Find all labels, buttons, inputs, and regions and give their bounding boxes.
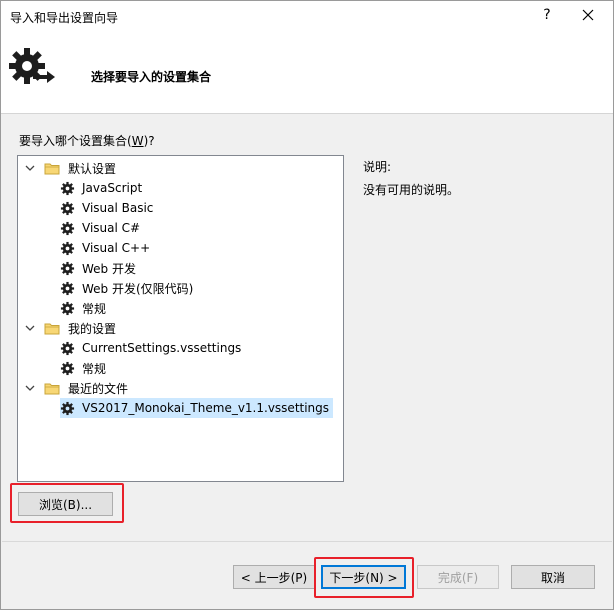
footer-separator — [2, 541, 612, 542]
tree-item-label: 常规 — [82, 361, 107, 376]
gear-icon — [60, 261, 75, 275]
next-button[interactable]: 下一步(N) > — [321, 565, 406, 589]
gear-icon — [60, 361, 75, 375]
gear-icon — [60, 201, 75, 215]
tree-item-label: VS2017_Monokai_Theme_v1.1.vssettings — [82, 401, 330, 415]
question-mnemonic: W — [131, 134, 144, 148]
tree-group-recent-files[interactable]: 最近的文件 — [24, 378, 130, 398]
cancel-button[interactable]: 取消 — [511, 565, 595, 589]
tree-item-general-mine[interactable]: 常规 — [60, 358, 108, 378]
wizard-header: 选择要导入的设置集合 — [1, 34, 613, 114]
settings-question-label: 要导入哪个设置集合(W)? — [19, 132, 155, 149]
gear-icon — [60, 241, 75, 255]
folder-icon — [44, 383, 60, 395]
gear-icon — [60, 181, 75, 195]
tree-item-label: Web 开发(仅限代码) — [82, 281, 194, 296]
window-title: 导入和导出设置向导 — [10, 11, 119, 25]
tree-item-visual-csharp[interactable]: Visual C# — [60, 218, 142, 238]
description-label: 说明: — [363, 160, 392, 174]
chevron-down-icon[interactable] — [24, 162, 36, 174]
close-icon[interactable] — [581, 8, 595, 22]
description-text: 没有可用的说明。 — [363, 183, 460, 197]
tree-item-visual-cpp[interactable]: Visual C++ — [60, 238, 152, 258]
tree-item-current-settings[interactable]: CurrentSettings.vssettings — [60, 338, 243, 358]
tree-item-label: 常规 — [82, 301, 107, 316]
chevron-down-icon[interactable] — [24, 322, 36, 334]
question-prefix: 要导入哪个设置集合( — [19, 134, 132, 148]
tree-item-javascript[interactable]: JavaScript — [60, 178, 144, 198]
tree-item-label: Visual C++ — [82, 241, 151, 255]
question-suffix: )? — [143, 134, 155, 148]
tree-item-general[interactable]: 常规 — [60, 298, 108, 318]
tree-group-my-settings[interactable]: 我的设置 — [24, 318, 118, 338]
chevron-down-icon[interactable] — [24, 382, 36, 394]
gear-icon — [60, 221, 75, 235]
folder-icon — [44, 323, 60, 335]
tree-item-label: Web 开发 — [82, 261, 136, 276]
tree-item-label: Visual Basic — [82, 201, 154, 215]
gear-import-icon — [9, 48, 55, 84]
tree-item-web-dev[interactable]: Web 开发 — [60, 258, 138, 278]
gear-icon — [60, 301, 75, 315]
wizard-window: 导入和导出设置向导 ? 选择要导入的设置集合 要导入哪个设置集合(W)? 默认设… — [0, 0, 614, 610]
tree-item-web-dev-code-only[interactable]: Web 开发(仅限代码) — [60, 278, 195, 298]
tree-group-label: 默认设置 — [68, 161, 117, 176]
tree-item-label: JavaScript — [82, 181, 143, 195]
help-button[interactable]: ? — [539, 7, 555, 23]
tree-item-label: Visual C# — [82, 221, 141, 235]
gear-icon — [60, 401, 75, 415]
tree-item-label: CurrentSettings.vssettings — [82, 341, 242, 355]
settings-tree[interactable]: 默认设置 JavaScript Visual Basic Visual C# V… — [17, 155, 344, 482]
tree-group-label: 最近的文件 — [68, 381, 129, 396]
tree-item-visual-basic[interactable]: Visual Basic — [60, 198, 155, 218]
folder-icon — [44, 163, 60, 175]
title-bar: 导入和导出设置向导 ? — [1, 1, 613, 34]
tree-item-monokai-theme[interactable]: VS2017_Monokai_Theme_v1.1.vssettings — [60, 398, 334, 418]
finish-button[interactable]: 完成(F) — [417, 565, 499, 589]
page-title: 选择要导入的设置集合 — [91, 70, 212, 84]
prev-button[interactable]: < 上一步(P) — [233, 565, 315, 589]
tree-group-label: 我的设置 — [68, 321, 117, 336]
tree-group-default-settings[interactable]: 默认设置 — [24, 158, 118, 178]
gear-icon — [60, 281, 75, 295]
browse-button[interactable]: 浏览(B)... — [18, 492, 113, 516]
gear-icon — [60, 341, 75, 355]
